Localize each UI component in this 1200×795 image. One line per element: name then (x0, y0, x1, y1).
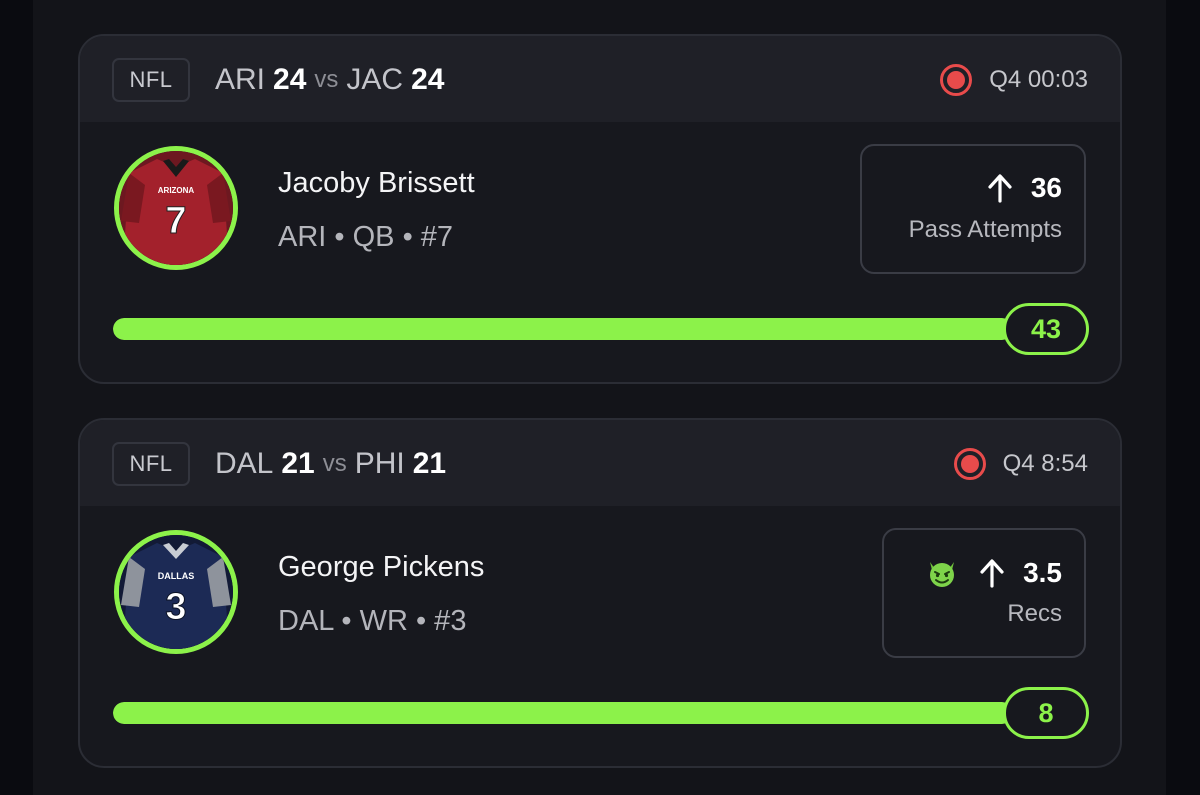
league-badge: NFL (112, 58, 190, 102)
player-name[interactable]: George Pickens (278, 551, 484, 584)
away-team: JAC (346, 63, 404, 96)
game-status: Q4 00:03 (939, 58, 1088, 102)
jersey-team-text: DALLAS (158, 571, 195, 581)
arrow-up-icon (988, 174, 1012, 203)
home-score: 21 (281, 447, 315, 480)
pick-box[interactable]: 36 Pass Attempts (860, 144, 1086, 274)
prop-card[interactable]: NFL DAL 21 vs PHI 21 Q4 8:54 DALLAS 3 Ge… (78, 418, 1122, 768)
jersey-image: DALLAS 3 (119, 535, 233, 649)
pick-line: 36 (987, 172, 1062, 204)
pick-line-value: 36 (1030, 172, 1062, 203)
current-value-pill: 8 (1003, 687, 1089, 739)
devil-emoji-icon (930, 562, 955, 587)
league-badge: NFL (112, 442, 190, 486)
arrow-up-icon (980, 559, 1004, 588)
away-team: PHI (354, 447, 405, 480)
pick-line: 3.5 (925, 556, 1062, 590)
game-clock: Q4 8:54 (1002, 450, 1088, 477)
jersey-number: 7 (165, 200, 186, 242)
vs-label: vs (322, 450, 347, 477)
jersey-image: ARIZONA 7 (119, 151, 233, 265)
progress-fill (113, 702, 1013, 724)
game-header: NFL DAL 21 vs PHI 21 Q4 8:54 (80, 420, 1120, 506)
player-avatar: DALLAS 3 (114, 530, 238, 654)
jersey-number: 3 (165, 586, 186, 628)
live-record-icon (953, 448, 986, 480)
away-score: 24 (411, 63, 445, 96)
live-record-icon (940, 64, 973, 96)
vs-label: vs (314, 66, 339, 93)
pick-stat-label: Pass Attempts (908, 216, 1062, 243)
progress-bar (113, 318, 1013, 340)
game-status: Q4 8:54 (953, 442, 1088, 486)
prop-card[interactable]: NFL ARI 24 vs JAC 24 Q4 00:03 ARIZONA 7 … (78, 34, 1122, 384)
home-score: 24 (273, 63, 307, 96)
jersey-team-text: ARIZONA (158, 186, 195, 195)
pick-stat-label: Recs (1007, 600, 1062, 627)
matchup-score: ARI 24 vs JAC 24 (215, 58, 444, 102)
player-avatar: ARIZONA 7 (114, 146, 238, 270)
home-team: ARI (215, 63, 266, 96)
progress-fill (113, 318, 1013, 340)
pick-box[interactable]: 3.5 Recs (882, 528, 1086, 658)
progress-bar (113, 702, 1013, 724)
player-name[interactable]: Jacoby Brissett (278, 167, 475, 200)
game-header: NFL ARI 24 vs JAC 24 Q4 00:03 (80, 36, 1120, 122)
pick-line-value: 3.5 (1023, 557, 1062, 588)
away-score: 21 (412, 447, 447, 480)
player-meta: DAL • WR • #3 (278, 605, 467, 637)
game-clock: Q4 00:03 (989, 66, 1088, 93)
player-meta: ARI • QB • #7 (278, 221, 454, 253)
current-value-pill: 43 (1003, 303, 1089, 355)
matchup-score: DAL 21 vs PHI 21 (215, 442, 446, 486)
home-team: DAL (215, 447, 274, 480)
